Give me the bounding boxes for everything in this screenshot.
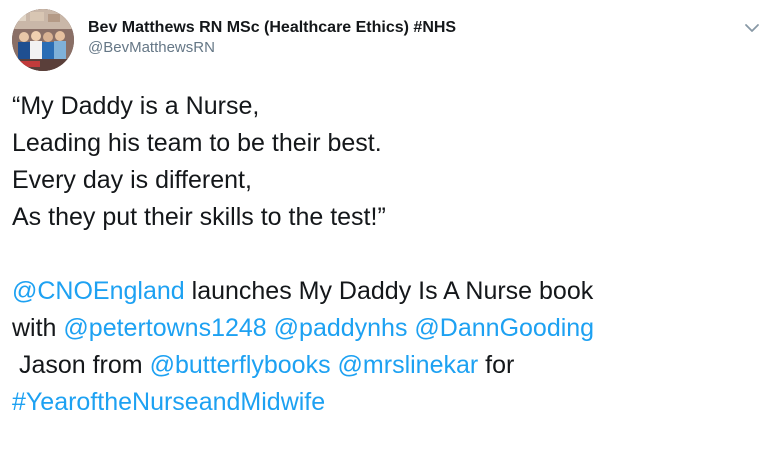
mention-paddynhs[interactable]: @paddynhs — [274, 314, 408, 342]
chevron-down-icon[interactable] — [742, 18, 762, 38]
text-line-7: Jason from @butterflybooks @mrslinekar f… — [12, 347, 752, 384]
quote-line-4: As they put their skills to the test!” — [12, 203, 386, 231]
text-segment: launches My Daddy Is A Nurse book — [184, 277, 594, 305]
tweet-text: “My Daddy is a Nurse, Leading his team to… — [12, 88, 752, 421]
text-segment — [331, 351, 338, 379]
text-line-5: @CNOEngland launches My Daddy Is A Nurse… — [12, 273, 752, 310]
display-name[interactable]: Bev Matthews RN MSc (Healthcare Ethics) … — [88, 18, 456, 38]
avatar-image — [12, 9, 74, 71]
hashtag-yearofthenurseandmidwife[interactable]: #YearoftheNurseandMidwife — [12, 388, 325, 416]
mention-cnoengland[interactable]: @CNOEngland — [12, 277, 185, 305]
tweet-header: Bev Matthews RN MSc (Healthcare Ethics) … — [12, 9, 456, 71]
quote-line-2: Leading his team to be their best. — [12, 129, 382, 157]
mention-mrslinekar[interactable]: @mrslinekar — [338, 351, 479, 379]
mention-danngooding[interactable]: @DannGooding — [414, 314, 594, 342]
text-line-8: #YearoftheNurseandMidwife — [12, 384, 752, 421]
text-segment: with — [12, 314, 64, 342]
text-line-6: with @petertowns1248 @paddynhs @DannGood… — [12, 310, 752, 347]
text-segment — [267, 314, 274, 342]
text-segment: for — [478, 351, 515, 379]
text-segment: Jason from — [12, 351, 150, 379]
quote-line-1: “My Daddy is a Nurse, — [12, 92, 260, 120]
quote-line-3: Every day is different, — [12, 166, 252, 194]
mention-butterflybooks[interactable]: @butterflybooks — [150, 351, 331, 379]
tweet-card: Bev Matthews RN MSc (Healthcare Ethics) … — [0, 0, 774, 469]
user-handle[interactable]: @BevMatthewsRN — [88, 38, 456, 58]
avatar[interactable] — [12, 9, 74, 71]
mention-petertowns1248[interactable]: @petertowns1248 — [63, 314, 266, 342]
author-names: Bev Matthews RN MSc (Healthcare Ethics) … — [88, 18, 456, 58]
